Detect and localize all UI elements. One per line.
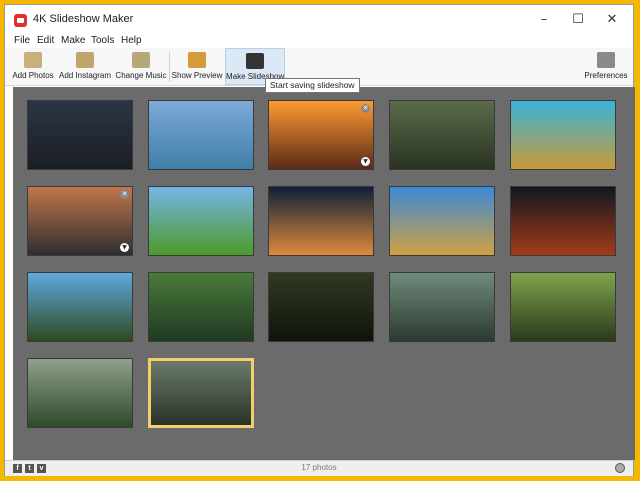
menu-edit[interactable]: Edit — [37, 35, 54, 46]
menu-help[interactable]: Help — [121, 35, 142, 46]
photo-thumbnail[interactable]: ✕ ▼ — [268, 100, 374, 170]
add-instagram-label: Add Instagram — [58, 71, 112, 80]
folder-photo-icon — [24, 52, 42, 68]
remove-photo-icon[interactable]: ✕ — [361, 104, 370, 113]
photo-thumbnail[interactable] — [510, 186, 616, 256]
tooltip: Start saving slideshow — [265, 78, 360, 93]
preferences-label: Preferences — [584, 71, 628, 80]
menu-make[interactable]: Make — [61, 35, 85, 46]
photo-thumbnail[interactable] — [148, 100, 254, 170]
toolbar-separator — [169, 52, 170, 82]
remove-photo-icon[interactable]: ✕ — [120, 190, 129, 199]
add-photos-button[interactable]: Add Photos — [11, 48, 55, 85]
music-note-icon — [132, 52, 150, 68]
title-bar: 4K Slideshow Maker – ☐ ✕ — [5, 5, 633, 35]
photo-thumbnail[interactable] — [148, 358, 254, 428]
photo-thumbnail[interactable] — [268, 272, 374, 342]
globe-icon[interactable] — [615, 463, 625, 473]
change-music-label: Change Music — [115, 71, 167, 80]
app-logo-icon — [14, 14, 27, 27]
status-bar: f t v 17 photos — [5, 460, 633, 476]
photo-thumbnail[interactable] — [148, 186, 254, 256]
photo-count: 17 photos — [301, 463, 337, 472]
change-music-button[interactable]: Change Music — [115, 48, 167, 85]
minimize-icon[interactable]: – — [527, 5, 561, 35]
window-title: 4K Slideshow Maker — [33, 13, 134, 25]
photo-thumbnail[interactable] — [389, 186, 495, 256]
menu-bar: File Edit Make Tools Help — [5, 35, 633, 48]
photo-thumbnail[interactable] — [27, 272, 133, 342]
show-preview-button[interactable]: Show Preview — [171, 48, 223, 85]
clapperboard-icon — [246, 53, 264, 69]
add-instagram-button[interactable]: Add Instagram — [57, 48, 113, 85]
photo-thumbnail[interactable] — [268, 186, 374, 256]
instagram-icon — [76, 52, 94, 68]
maximize-icon[interactable]: ☐ — [561, 5, 595, 35]
photo-thumbnail[interactable]: ✕ ▼ — [27, 186, 133, 256]
photo-options-icon[interactable]: ▼ — [361, 157, 370, 166]
close-window-icon[interactable]: ✕ — [595, 5, 629, 35]
menu-file[interactable]: File — [14, 35, 30, 46]
menu-tools[interactable]: Tools — [91, 35, 114, 46]
gear-icon — [597, 52, 615, 68]
preferences-button[interactable]: Preferences — [583, 48, 629, 85]
photo-thumbnail[interactable] — [510, 272, 616, 342]
photo-options-icon[interactable]: ▼ — [120, 243, 129, 252]
add-photos-label: Add Photos — [12, 71, 54, 80]
photo-thumbnail[interactable] — [389, 100, 495, 170]
photo-thumbnail[interactable] — [27, 358, 133, 428]
photo-thumbnail[interactable] — [27, 100, 133, 170]
show-preview-label: Show Preview — [171, 71, 223, 80]
photo-grid: ✕ ▼ ✕ ▼ — [13, 87, 635, 460]
app-window: 4K Slideshow Maker – ☐ ✕ File Edit Make … — [4, 4, 635, 476]
preview-icon — [188, 52, 206, 68]
photo-thumbnail[interactable] — [148, 272, 254, 342]
photo-thumbnail[interactable] — [389, 272, 495, 342]
photo-thumbnail[interactable] — [510, 100, 616, 170]
